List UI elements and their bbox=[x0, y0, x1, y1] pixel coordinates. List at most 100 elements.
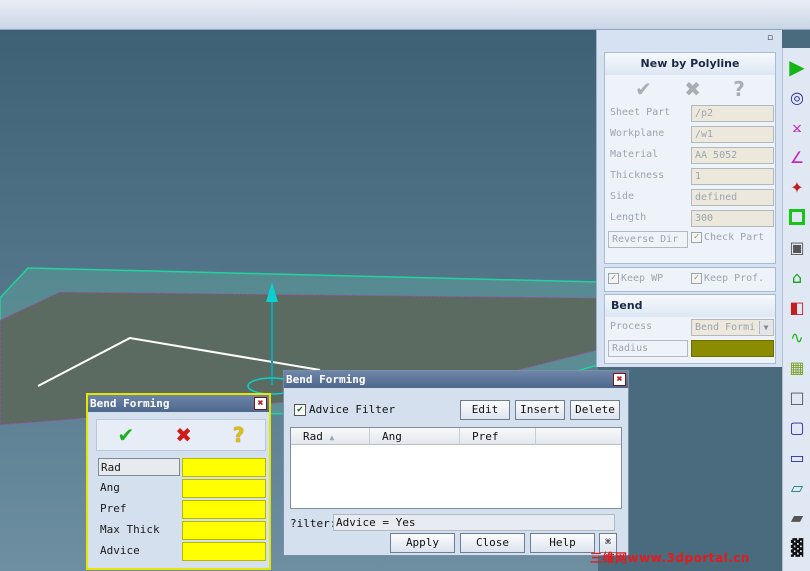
comb-icon[interactable]: ▓ bbox=[786, 536, 808, 558]
stamp-icon[interactable]: ⌂ bbox=[786, 266, 808, 288]
new-by-polyline-section: New by Polyline ✔ ✖ ? Sheet Part /p2 Wor… bbox=[604, 52, 776, 264]
check-part-label: Check Part bbox=[704, 232, 765, 243]
properties-panel: ▫ New by Polyline ✔ ✖ ? Sheet Part /p2 W… bbox=[596, 30, 782, 367]
side-input[interactable]: defined bbox=[691, 189, 774, 206]
keep-wp-checkbox[interactable]: ✓ Keep WP bbox=[608, 273, 663, 284]
max-thick-input[interactable] bbox=[182, 521, 266, 540]
ang-input[interactable] bbox=[182, 479, 266, 498]
mesh-icon[interactable]: ▦ bbox=[786, 356, 808, 378]
play-icon[interactable]: ▶ bbox=[786, 55, 808, 79]
column-header-rad[interactable]: Rad ▲ bbox=[291, 428, 370, 445]
layer-icon[interactable]: ▰ bbox=[786, 506, 808, 528]
bend-tool-icon[interactable]: ⨲ bbox=[786, 116, 808, 138]
pin-icon[interactable]: ▫ bbox=[767, 33, 773, 43]
dialog-title: Bend Forming bbox=[286, 373, 366, 386]
box-split-icon[interactable]: ◧ bbox=[786, 296, 808, 318]
dialog-titlebar[interactable]: Bend Forming ✖ bbox=[88, 395, 269, 412]
param-label: Advice bbox=[100, 544, 140, 557]
param-row-rad: Rad bbox=[96, 457, 266, 478]
param-row-ang: Ang bbox=[96, 478, 266, 499]
chevron-down-icon[interactable]: ▼ bbox=[759, 321, 772, 334]
table-header: Rad ▲ Ang Pref bbox=[291, 428, 621, 445]
pref-input[interactable] bbox=[182, 500, 266, 519]
check-part-checkbox[interactable]: ✓ Check Part bbox=[691, 232, 764, 243]
help-button[interactable]: Help bbox=[530, 533, 595, 553]
right-icon-toolbar: ▶ ◎ ⨲ ∠ ✦ ▣ ⌂ ◧ ∿ ▦ □ ▢ ▭ ▱ ▰ ▓ bbox=[782, 48, 810, 571]
close-icon[interactable]: ✖ bbox=[254, 397, 267, 410]
column-header-ang[interactable]: Ang bbox=[370, 428, 460, 445]
checkbox-icon: ✓ bbox=[608, 273, 619, 284]
delete-button[interactable]: Delete bbox=[570, 400, 620, 420]
radius-label: Radius bbox=[608, 340, 688, 357]
panel-action-row: ✔ ✖ ? bbox=[605, 75, 775, 103]
bend-forming-table-dialog: Bend Forming ✖ ✔ Advice Filter Edit Inse… bbox=[283, 370, 629, 556]
checkbox-icon: ✓ bbox=[691, 232, 702, 243]
field-thickness: Thickness 1 bbox=[605, 166, 775, 187]
axis-icon[interactable]: ✦ bbox=[786, 176, 808, 198]
dialog-action-row: ✔ ✖ ? bbox=[96, 419, 266, 451]
filter-field[interactable]: Advice = Yes bbox=[333, 514, 615, 531]
check-icon[interactable]: ✔ bbox=[635, 77, 652, 101]
edit-button[interactable]: Edit bbox=[460, 400, 510, 420]
insert-button[interactable]: Insert bbox=[515, 400, 565, 420]
param-label: Rad bbox=[98, 458, 180, 476]
help-icon[interactable]: ? bbox=[733, 77, 745, 101]
check-icon[interactable]: ✔ bbox=[117, 423, 134, 447]
dialog-titlebar[interactable]: Bend Forming ✖ bbox=[284, 371, 628, 388]
rad-input[interactable] bbox=[182, 458, 266, 477]
angle-tool-icon[interactable]: ∠ bbox=[786, 146, 808, 168]
advice-filter-checkbox[interactable]: ✔ Advice Filter bbox=[294, 403, 395, 416]
field-label: Length bbox=[610, 212, 647, 223]
checkbox-icon: ✔ bbox=[294, 403, 306, 416]
column-header-pref[interactable]: Pref bbox=[460, 428, 536, 445]
advice-table[interactable]: Rad ▲ Ang Pref bbox=[290, 427, 622, 509]
help-icon[interactable]: ? bbox=[233, 423, 245, 447]
param-label: Max Thick bbox=[100, 523, 160, 536]
bend-title: Bend bbox=[605, 295, 775, 317]
field-workplane: Workplane /w1 bbox=[605, 124, 775, 145]
keep-prof-checkbox[interactable]: ✓ Keep Prof. bbox=[691, 273, 764, 284]
eye-icon[interactable]: ◎ bbox=[786, 86, 808, 108]
material-input[interactable]: AA 5052 bbox=[691, 147, 774, 164]
frame-icon[interactable]: ▢ bbox=[786, 416, 808, 438]
param-label: Ang bbox=[100, 481, 120, 494]
cancel-icon[interactable]: ✖ bbox=[175, 423, 192, 447]
field-side: Side defined bbox=[605, 187, 775, 208]
param-row-advice: Advice bbox=[96, 541, 266, 562]
field-label: Sheet Part bbox=[610, 107, 671, 118]
select-icon[interactable]: □ bbox=[786, 386, 808, 408]
advice-input[interactable] bbox=[182, 542, 266, 561]
thickness-input[interactable]: 1 bbox=[691, 168, 774, 185]
filter-label: ?ilter: bbox=[290, 517, 337, 530]
length-input[interactable]: 300 bbox=[691, 210, 774, 227]
field-process: Process Bend Formi ▼ bbox=[605, 317, 775, 338]
field-label: Material bbox=[610, 149, 659, 160]
keep-wp-label: Keep WP bbox=[621, 273, 664, 284]
sort-arrow-icon: ▲ bbox=[329, 433, 335, 442]
keep-options-section: ✓ Keep WP ✓ Keep Prof. bbox=[604, 267, 776, 292]
column-label: Pref bbox=[472, 430, 499, 443]
workplane-input[interactable]: /w1 bbox=[691, 126, 774, 143]
param-label: Pref bbox=[100, 502, 127, 515]
apply-button[interactable]: Apply bbox=[390, 533, 455, 553]
square-icon[interactable] bbox=[786, 206, 808, 228]
process-select[interactable]: Bend Formi ▼ bbox=[691, 319, 774, 336]
flange-icon[interactable]: ▱ bbox=[786, 476, 808, 498]
param-row-max-thick: Max Thick bbox=[96, 520, 266, 541]
keep-prof-label: Keep Prof. bbox=[704, 273, 765, 284]
bend-section: Bend Process Bend Formi ▼ Radius bbox=[604, 294, 776, 364]
radius-input[interactable] bbox=[691, 340, 774, 357]
bend-parameter-grid: Rad Ang Pref Max Thick Advice bbox=[96, 457, 266, 562]
field-label: Workplane bbox=[610, 128, 665, 139]
cube-icon[interactable]: ▣ bbox=[786, 236, 808, 258]
column-label: Ang bbox=[382, 430, 402, 443]
plate-icon[interactable]: ▭ bbox=[786, 446, 808, 468]
reverse-dir-button[interactable]: Reverse Dir bbox=[608, 231, 688, 248]
cancel-icon[interactable]: ✖ bbox=[684, 77, 701, 101]
advice-filter-label: Advice Filter bbox=[309, 403, 396, 416]
close-icon[interactable]: ✖ bbox=[613, 373, 626, 386]
close-button[interactable]: Close bbox=[460, 533, 525, 553]
wave-icon[interactable]: ∿ bbox=[786, 326, 808, 348]
checkbox-icon: ✓ bbox=[691, 273, 702, 284]
sheet-part-input[interactable]: /p2 bbox=[691, 105, 774, 122]
